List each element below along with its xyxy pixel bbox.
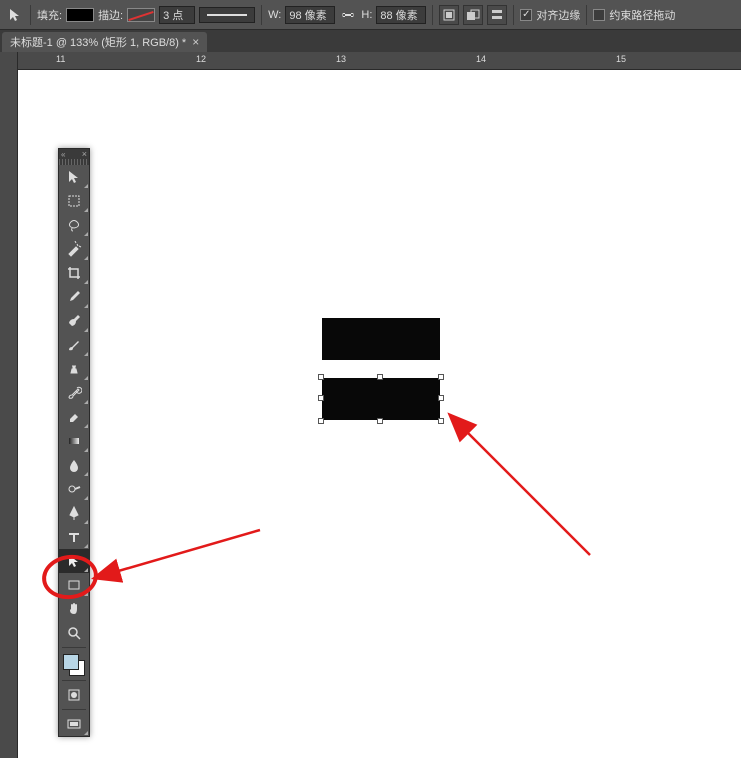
hand-tool[interactable] (59, 597, 89, 621)
fill-label: 填充: (37, 7, 62, 23)
stroke-swatch[interactable] (127, 8, 155, 22)
tools-panel: « × (58, 148, 90, 737)
selection-handle[interactable] (318, 418, 324, 424)
selection-handle[interactable] (438, 395, 444, 401)
separator (513, 5, 514, 25)
selection-handle[interactable] (318, 395, 324, 401)
stroke-label: 描边: (98, 7, 123, 23)
constrain-label: 约束路径拖动 (609, 7, 675, 23)
selection-handle[interactable] (377, 418, 383, 424)
document-tab-row: 未标题-1 @ 133% (矩形 1, RGB/8) * × (0, 30, 741, 52)
selection-handle[interactable] (377, 374, 383, 380)
stroke-width-input[interactable] (159, 6, 195, 24)
link-icon[interactable] (339, 6, 357, 24)
quick-mask-tool[interactable] (59, 683, 89, 707)
healing-brush-tool[interactable] (59, 309, 89, 333)
separator (586, 5, 587, 25)
constrain-checkbox[interactable] (593, 9, 605, 21)
fill-swatch[interactable] (66, 8, 94, 22)
ruler-tick-label: 15 (616, 54, 626, 64)
selection-handle[interactable] (438, 418, 444, 424)
clone-stamp-tool[interactable] (59, 357, 89, 381)
ruler-tick-label: 11 (56, 54, 65, 64)
rectangle-shape-1[interactable] (322, 318, 440, 360)
separator (30, 5, 31, 25)
path-align-icon[interactable] (439, 5, 459, 25)
separator (432, 5, 433, 25)
color-swatches[interactable] (59, 650, 89, 678)
marquee-tool[interactable] (59, 189, 89, 213)
path-options-icon[interactable] (487, 5, 507, 25)
document-tab-title: 未标题-1 @ 133% (矩形 1, RGB/8) * (10, 34, 186, 50)
stroke-style-dropdown[interactable] (199, 7, 255, 23)
path-selection-icon[interactable] (6, 6, 24, 24)
screen-mode-tool[interactable] (59, 712, 89, 736)
selection-handle[interactable] (438, 374, 444, 380)
height-input[interactable] (376, 6, 426, 24)
path-arrange-icon[interactable] (463, 5, 483, 25)
separator (261, 5, 262, 25)
collapse-icon[interactable]: « (61, 150, 65, 159)
ruler-horizontal[interactable]: 11 12 13 14 15 (18, 52, 741, 70)
options-bar: 填充: 描边: W: H: 对齐边缘 约束路径拖动 (0, 0, 741, 30)
gradient-tool[interactable] (59, 429, 89, 453)
zoom-tool[interactable] (59, 621, 89, 645)
blur-tool[interactable] (59, 453, 89, 477)
rectangle-shape-2-selected[interactable] (322, 378, 440, 420)
pen-tool[interactable] (59, 501, 89, 525)
magic-wand-tool[interactable] (59, 237, 89, 261)
dodge-tool[interactable] (59, 477, 89, 501)
selection-handle[interactable] (318, 374, 324, 380)
ruler-tick-label: 13 (336, 54, 346, 64)
width-input[interactable] (285, 6, 335, 24)
width-label: W: (268, 9, 281, 21)
document-tab[interactable]: 未标题-1 @ 133% (矩形 1, RGB/8) * × (2, 32, 207, 52)
ruler-tick-label: 12 (196, 54, 206, 64)
lasso-tool[interactable] (59, 213, 89, 237)
align-edges-checkbox[interactable] (520, 9, 532, 21)
close-icon[interactable]: × (192, 35, 199, 49)
eyedropper-tool[interactable] (59, 285, 89, 309)
align-edges-label: 对齐边缘 (536, 7, 580, 23)
brush-tool[interactable] (59, 333, 89, 357)
tools-panel-header[interactable]: « × (59, 149, 89, 159)
ruler-vertical[interactable] (0, 52, 18, 758)
close-icon[interactable]: × (82, 149, 87, 159)
foreground-color[interactable] (63, 654, 79, 670)
eraser-tool[interactable] (59, 405, 89, 429)
ruler-tick-label: 14 (476, 54, 486, 64)
crop-tool[interactable] (59, 261, 89, 285)
type-tool[interactable] (59, 525, 89, 549)
move-tool[interactable] (59, 165, 89, 189)
history-brush-tool[interactable] (59, 381, 89, 405)
height-label: H: (361, 9, 372, 21)
